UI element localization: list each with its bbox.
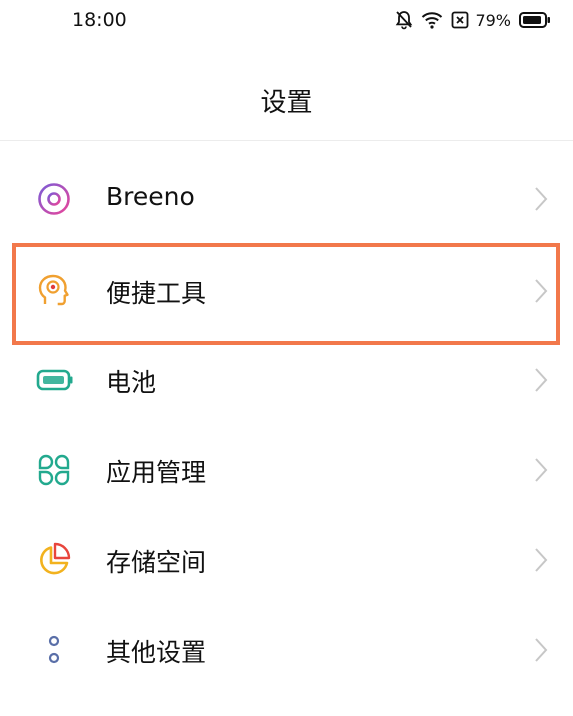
- settings-item-label: 应用管理: [106, 458, 207, 487]
- settings-item-other-settings[interactable]: 其他设置: [0, 606, 573, 696]
- head-tools-icon: [36, 273, 72, 309]
- status-time: 18:00: [72, 9, 127, 31]
- chevron-right-icon: [533, 546, 549, 574]
- settings-item-label: Breeno: [106, 182, 195, 211]
- status-icons: 79%: [395, 10, 551, 30]
- more-dots-icon: [36, 632, 72, 668]
- settings-item-breeno[interactable]: Breeno: [0, 155, 573, 245]
- settings-item-convenience-tools[interactable]: 便捷工具: [0, 247, 573, 337]
- sim-blocked-icon: [451, 11, 469, 29]
- storage-pie-icon: [36, 542, 72, 578]
- chevron-right-icon: [533, 277, 549, 305]
- settings-item-label: 存储空间: [106, 548, 207, 577]
- status-bar: 18:00 79%: [0, 0, 573, 44]
- settings-item-label: 便捷工具: [106, 279, 207, 308]
- battery-setting-icon: [36, 362, 73, 398]
- breeno-icon: [36, 181, 72, 217]
- apps-grid-icon: [36, 452, 72, 488]
- settings-item-label: 其他设置: [106, 638, 207, 667]
- battery-percent: 79%: [475, 10, 511, 30]
- bell-off-icon: [395, 10, 413, 30]
- chevron-right-icon: [533, 636, 549, 664]
- chevron-right-icon: [533, 366, 549, 394]
- chevron-right-icon: [533, 456, 549, 484]
- header-divider: [0, 140, 573, 141]
- wifi-icon: [421, 11, 443, 29]
- settings-item-app-management[interactable]: 应用管理: [0, 426, 573, 516]
- chevron-right-icon: [533, 185, 549, 213]
- settings-item-storage[interactable]: 存储空间: [0, 516, 573, 606]
- settings-item-battery[interactable]: 电池: [0, 336, 573, 426]
- battery-icon: [519, 11, 551, 29]
- page-title: 设置: [260, 88, 313, 118]
- settings-item-label: 电池: [106, 368, 157, 397]
